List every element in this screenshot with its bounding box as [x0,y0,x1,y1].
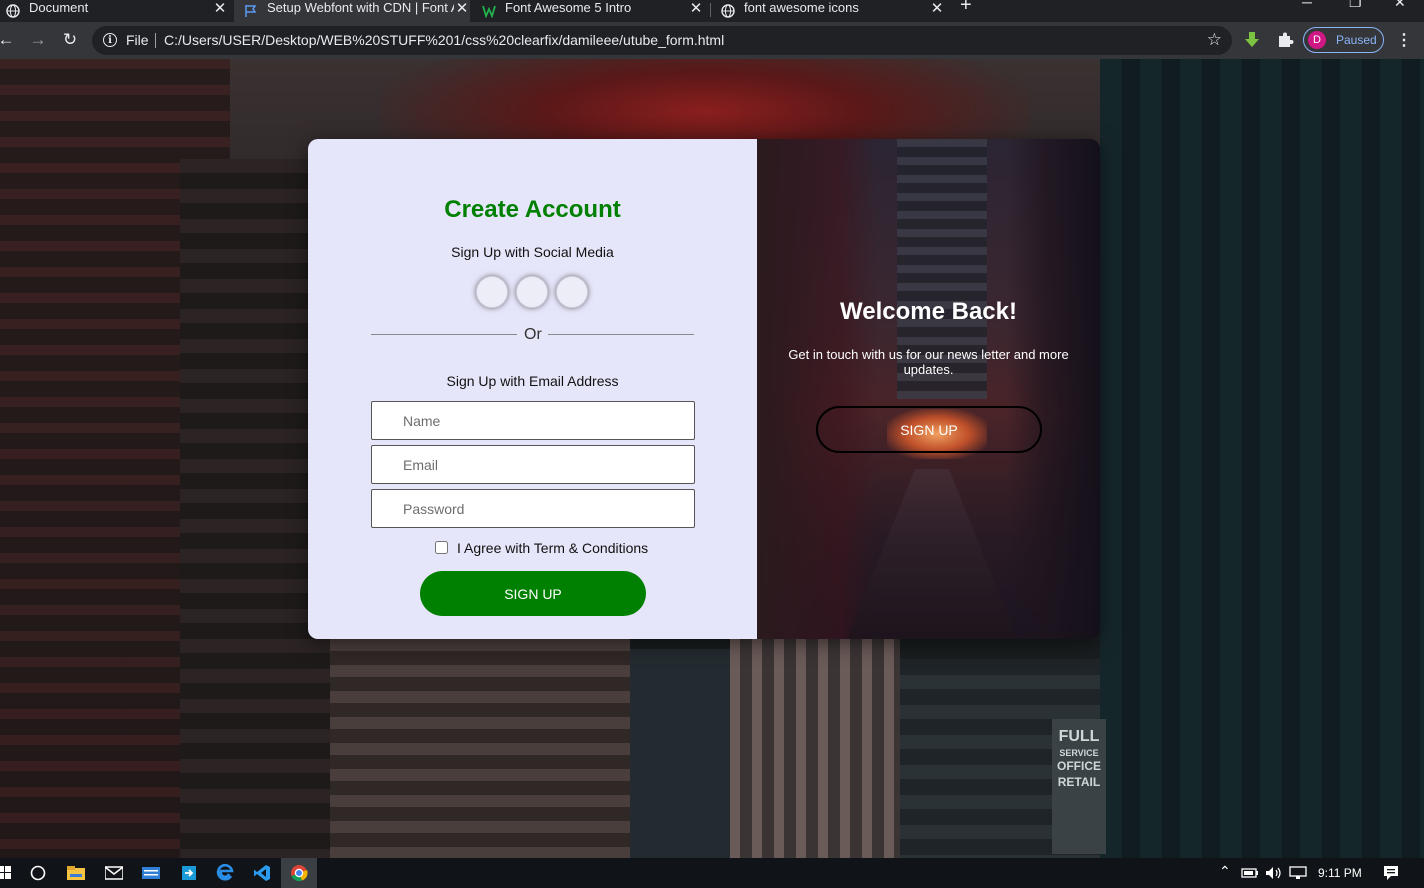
profile-status: Paused [1336,33,1377,47]
welcome-signup-button[interactable]: SIGN UP [816,406,1042,453]
tab-font-awesome-intro[interactable]: Font Awesome 5 Intro ✕ [482,0,704,22]
street-sign: FULL SERVICE OFFICE RETAIL [1052,719,1106,854]
browser-toolbar: ← → ↻ i File C:/Users/USER/Desktop/WEB%2… [0,22,1424,59]
address-bar[interactable]: i File C:/Users/USER/Desktop/WEB%20STUFF… [92,26,1232,55]
tab-title: Font Awesome 5 Intro [505,0,632,15]
alley-wall [1007,139,1100,639]
divider-line [548,334,694,335]
chrome-icon[interactable] [290,864,308,882]
tray-chevron-up-icon[interactable]: ⌃ [1219,863,1231,880]
signup-submit-button[interactable]: SIGN UP [420,571,646,616]
tab-title: Setup Webfont with CDN | Font Awesome [267,0,454,15]
welcome-panel: Welcome Back! Get in touch with us for o… [757,139,1100,639]
download-extension-icon[interactable] [1243,31,1261,49]
terms-checkbox[interactable] [435,540,448,554]
welcome-text: Get in touch with us for our news letter… [788,347,1069,377]
clock[interactable]: 9:11 PM [1318,866,1362,880]
edge-browser-icon[interactable] [216,864,234,882]
background-building [630,649,730,858]
info-icon[interactable]: i [103,33,117,47]
mail-icon[interactable] [105,864,123,882]
social-signup-label: Sign Up with Social Media [451,244,614,260]
social-google-button[interactable] [516,276,548,308]
tab-title: Document [29,0,89,15]
or-divider: Or [371,325,694,345]
sign-line: SERVICE [1059,747,1099,758]
close-icon[interactable]: ✕ [454,0,470,17]
page-viewport: FULL SERVICE OFFICE RETAIL Create Accoun… [0,59,1424,858]
close-icon[interactable]: ✕ [212,0,228,17]
maximize-icon[interactable]: ❐ [1349,0,1362,11]
vscode-icon[interactable] [253,864,271,882]
social-linkedin-button[interactable] [556,276,588,308]
tab-strip: Document ✕ Setup Webfont with CDN | Font… [0,0,1424,22]
sign-line: RETAIL [1057,775,1101,790]
divider-label: Or [524,326,542,343]
battery-icon[interactable] [1241,864,1259,882]
sign-line: FULL [1058,728,1100,745]
search-circle-icon[interactable] [29,864,47,882]
background-building [330,639,630,858]
tab-setup-webfont[interactable]: Setup Webfont with CDN | Font Awesome ✕ [234,0,470,22]
scheme-label: File [126,32,149,48]
social-facebook-button[interactable] [476,276,508,308]
create-account-panel: Create Account Sign Up with Social Media… [308,139,757,639]
email-signup-label: Sign Up with Email Address [446,373,619,389]
network-icon[interactable] [1289,864,1307,882]
background-building [730,629,900,858]
close-icon[interactable]: ✕ [929,0,945,17]
close-window-icon[interactable]: ✕ [1394,0,1406,11]
extensions-puzzle-icon[interactable] [1276,31,1294,49]
tab-document[interactable]: Document ✕ [6,0,228,22]
tab-font-awesome-icons[interactable]: font awesome icons ✕ [721,0,945,22]
close-icon[interactable]: ✕ [688,0,704,17]
alley-wall [757,139,877,639]
reload-icon[interactable]: ↻ [60,30,80,50]
tab-separator [710,3,711,17]
omnibox-separator [155,33,156,48]
divider-line [371,334,517,335]
windows-start-icon[interactable] [0,864,14,882]
terms-row: I Agree with Term & Conditions [435,538,648,556]
kebab-menu-icon[interactable]: ⋮ [1396,30,1412,50]
social-buttons [476,276,596,310]
avatar: D [1308,31,1326,49]
terms-label: I Agree with Term & Conditions [457,540,649,556]
url-text[interactable]: C:/Users/USER/Desktop/WEB%20STUFF%201/cs… [164,32,724,48]
sign-line: OFFICE [1057,759,1101,774]
bookmark-star-icon[interactable]: ☆ [1207,30,1222,50]
globe-icon [721,4,735,18]
tab-title: font awesome icons [744,0,859,15]
profile-button[interactable]: D Paused [1303,27,1384,53]
volume-icon[interactable] [1265,864,1283,882]
password-field[interactable] [371,489,695,528]
globe-icon [6,4,20,18]
back-arrow-icon[interactable]: ← [0,30,16,50]
file-explorer-icon[interactable] [67,864,85,882]
keyboard-app-icon[interactable] [142,864,160,882]
share-app-icon[interactable] [180,864,198,882]
background-building [1100,59,1424,858]
page-title: Create Account [444,196,621,223]
notifications-icon[interactable] [1382,864,1400,882]
flag-icon [244,4,258,18]
name-field[interactable] [371,401,695,440]
taskbar: ⌃ 9:11 PM [0,858,1424,888]
minimize-icon[interactable]: ─ [1302,0,1312,10]
email-field[interactable] [371,445,695,484]
signup-card: Create Account Sign Up with Social Media… [308,139,1100,639]
forward-arrow-icon[interactable]: → [28,30,48,50]
welcome-title: Welcome Back! [840,298,1017,325]
w-logo-icon [482,4,496,18]
new-tab-plus-icon[interactable]: + [960,0,972,17]
